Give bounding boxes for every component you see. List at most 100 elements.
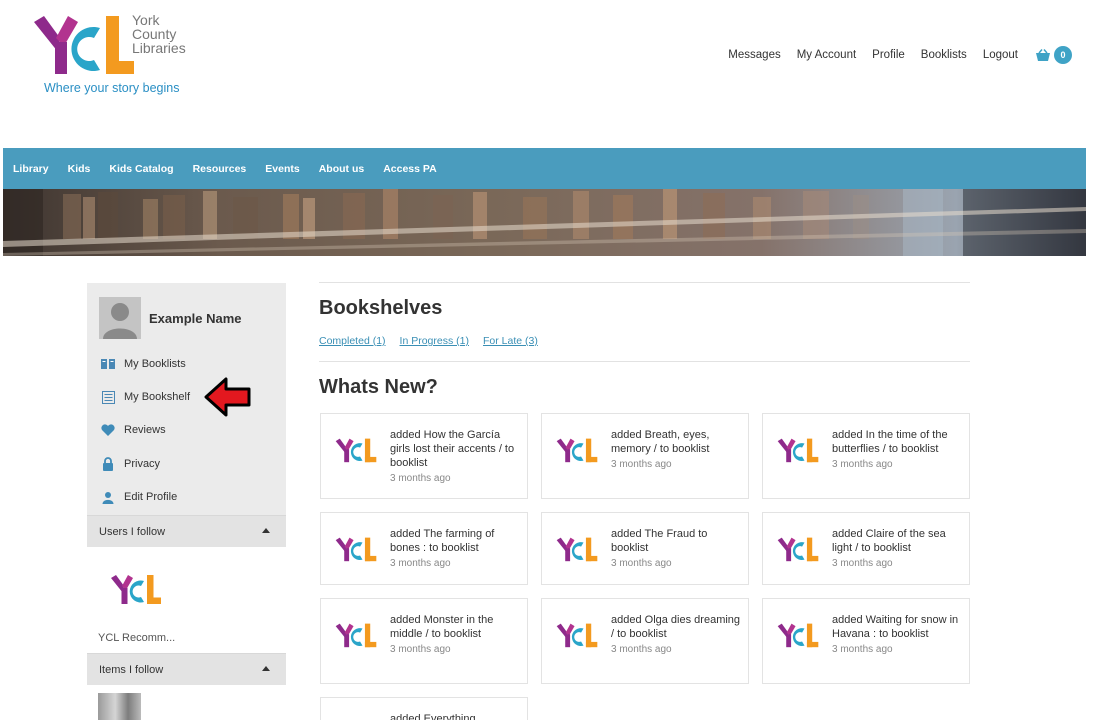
activity-card[interactable]: added Everything (320, 697, 528, 720)
activity-card[interactable]: added Waiting for snow in Havana : to bo… (762, 598, 970, 684)
basket-icon (1036, 48, 1050, 61)
activity-timestamp: 3 months ago (611, 644, 672, 655)
top-nav-booklists[interactable]: Booklists (921, 49, 967, 61)
ycl-logo-icon (334, 536, 378, 562)
main-nav-about-us[interactable]: About us (319, 163, 365, 175)
main-nav-resources[interactable]: Resources (193, 163, 247, 175)
ycl-logo-icon (776, 622, 820, 648)
bookshelf-photo (3, 189, 1086, 256)
activity-description[interactable]: added How the García girls lost their ac… (390, 429, 514, 469)
profile-name: Example Name (149, 310, 242, 326)
ycl-logo-icon (111, 575, 161, 604)
sidebar-item-label: Privacy (124, 458, 161, 470)
items-i-follow-label: Items I follow (99, 663, 164, 676)
shelf-link-in-progress[interactable]: In Progress (1) (400, 335, 469, 347)
top-nav-messages[interactable]: Messages (728, 49, 780, 61)
activity-text: added Waiting for snow in Havana : to bo… (832, 613, 964, 657)
activity-description[interactable]: added Everything (390, 713, 476, 720)
users-i-follow-label: Users I follow (99, 525, 166, 538)
followed-user-name: YCL Recomm... (98, 632, 176, 644)
shelf-link-completed[interactable]: Completed (1) (319, 335, 386, 347)
main-nav-access-pa[interactable]: Access PA (383, 163, 437, 175)
main-nav-library[interactable]: Library (13, 163, 49, 175)
red-arrow-annotation (204, 377, 251, 417)
activity-description[interactable]: added In the time of the butterflies / t… (832, 429, 948, 455)
activity-description[interactable]: added The Fraud to booklist (611, 528, 707, 554)
items-i-follow-list (87, 685, 286, 720)
whats-new-title: Whats New? (319, 376, 438, 398)
sidebar-item-privacy[interactable]: Privacy (100, 457, 160, 471)
activity-description[interactable]: added Claire of the sea light / to bookl… (832, 528, 946, 554)
ycl-logo-icon (555, 536, 599, 562)
activity-timestamp: 3 months ago (832, 644, 893, 655)
bookshelf-links: Completed (1) In Progress (1) For Late (… (319, 335, 552, 347)
activity-card[interactable]: added How the García girls lost their ac… (320, 413, 528, 499)
activity-text: added Monster in the middle / to booklis… (390, 613, 522, 657)
library-banner-image (3, 189, 1086, 256)
person-silhouette-icon (103, 303, 137, 339)
users-i-follow-list: YCL Recomm... (87, 547, 286, 653)
activity-text: added The Fraud to booklist 3 months ago (611, 527, 743, 571)
main-nav-kids[interactable]: Kids (68, 163, 91, 175)
activity-card[interactable]: added Breath, eyes, memory / to booklist… (541, 413, 749, 499)
avatar (99, 297, 141, 339)
cart-count-badge: 0 (1054, 46, 1072, 64)
divider (319, 361, 970, 362)
activity-text: added In the time of the butterflies / t… (832, 428, 964, 472)
ycl-logo-icon (776, 536, 820, 562)
main-nav-events[interactable]: Events (265, 163, 299, 175)
caret-up-icon[interactable] (262, 666, 270, 671)
activity-timestamp: 3 months ago (832, 558, 893, 569)
top-nav: Messages My Account Profile Booklists Lo… (712, 46, 1072, 64)
activity-card[interactable]: added In the time of the butterflies / t… (762, 413, 970, 499)
sidebar-item-reviews[interactable]: Reviews (100, 423, 166, 437)
activity-description[interactable]: added The farming of bones : to booklist (390, 528, 494, 554)
items-i-follow-header[interactable]: Items I follow (87, 653, 286, 685)
sidebar-item-my-booklists[interactable]: My Booklists (100, 357, 186, 371)
activity-card[interactable]: added Olga dies dreaming / to booklist 3 … (541, 598, 749, 684)
activity-description[interactable]: added Breath, eyes, memory / to booklist (611, 429, 709, 455)
ycl-logo[interactable]: York County Libraries Where your story b… (34, 12, 204, 102)
activity-description[interactable]: added Waiting for snow in Havana : to bo… (832, 614, 958, 640)
activity-text: added Everything (390, 712, 522, 720)
followed-user[interactable]: YCL Recomm... (87, 547, 286, 653)
sidebar-item-my-bookshelf[interactable]: My Bookshelf (100, 390, 190, 404)
followed-item-thumbnail[interactable] (98, 693, 141, 720)
logo-tagline: Where your story begins (44, 81, 180, 95)
activity-text: added Claire of the sea light / to bookl… (832, 527, 964, 571)
user-icon (100, 490, 116, 504)
ycl-logo-mark (34, 16, 134, 74)
main-nav: Library Kids Kids Catalog Resources Even… (3, 148, 1086, 189)
ycl-logo-icon (776, 437, 820, 463)
activity-card[interactable]: added Monster in the middle / to booklis… (320, 598, 528, 684)
bookshelves-title: Bookshelves (319, 297, 443, 319)
activity-text: added The farming of bones : to booklist… (390, 527, 522, 571)
cart-button[interactable]: 0 (1035, 46, 1072, 64)
top-nav-my-account[interactable]: My Account (797, 49, 856, 61)
ycl-logo-icon (334, 622, 378, 648)
top-nav-logout[interactable]: Logout (983, 49, 1018, 61)
activity-description[interactable]: added Monster in the middle / to booklis… (390, 614, 493, 640)
list-icon (100, 390, 116, 404)
account-sidebar: Example Name My Booklists My Bookshelf R… (87, 283, 286, 720)
activity-card[interactable]: added The Fraud to booklist 3 months ago (541, 512, 749, 585)
ycl-logo-icon (555, 622, 599, 648)
logo-line-county: County (132, 26, 177, 42)
shelf-link-for-late[interactable]: For Late (3) (483, 335, 538, 347)
activity-timestamp: 3 months ago (611, 459, 672, 470)
lock-icon (100, 457, 116, 471)
activity-description[interactable]: added Olga dies dreaming / to booklist (611, 614, 740, 640)
activity-text: added Olga dies dreaming / to booklist 3 … (611, 613, 743, 657)
activity-timestamp: 3 months ago (390, 644, 451, 655)
activity-timestamp: 3 months ago (611, 558, 672, 569)
logo-line-libraries: Libraries (132, 40, 186, 56)
ycl-logo-icon (555, 437, 599, 463)
top-nav-profile[interactable]: Profile (872, 49, 905, 61)
activity-card[interactable]: added The farming of bones : to booklist… (320, 512, 528, 585)
activity-card[interactable]: added Claire of the sea light / to bookl… (762, 512, 970, 585)
users-i-follow-header[interactable]: Users I follow (87, 515, 286, 547)
sidebar-item-edit-profile[interactable]: Edit Profile (100, 490, 177, 504)
profile-summary: Example Name (99, 297, 242, 339)
main-nav-kids-catalog[interactable]: Kids Catalog (109, 163, 173, 175)
caret-up-icon[interactable] (262, 528, 270, 533)
